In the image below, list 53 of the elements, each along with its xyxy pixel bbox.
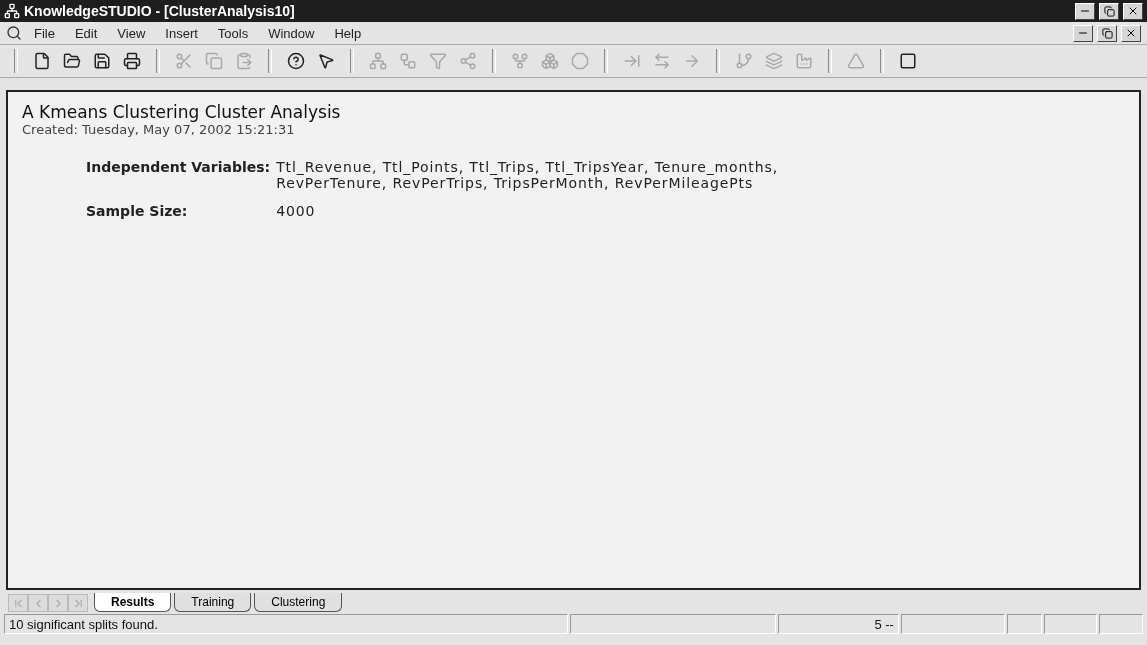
sheet-tab[interactable]: Results	[94, 593, 172, 612]
arrows-icon	[653, 52, 671, 70]
printer-icon	[123, 52, 141, 70]
network-icon	[369, 52, 387, 70]
status-message: 10 significant splits found.	[4, 614, 569, 634]
menu-item[interactable]: Tools	[209, 23, 257, 43]
sheet-tab[interactable]: Training	[174, 593, 252, 612]
field-value: 4000	[276, 203, 317, 219]
copy-icon	[205, 52, 223, 70]
status-text: 5 --	[778, 614, 899, 634]
menu-item[interactable]: Insert	[157, 23, 206, 43]
sheet-tab[interactable]: Clustering	[254, 593, 343, 612]
boxes-icon	[541, 52, 559, 70]
close-button[interactable]	[1121, 24, 1141, 42]
field-label: Independent Variables:	[86, 159, 271, 177]
minimize-button[interactable]	[1075, 2, 1095, 20]
layers-icon	[765, 52, 783, 70]
share-icon	[459, 52, 477, 70]
created-date: Created: Tuesday, May 07, 2002 15:21:31	[22, 122, 296, 137]
arrow-in-icon	[623, 52, 641, 70]
open-folder-icon	[63, 52, 81, 70]
save-icon	[93, 52, 111, 70]
new-file-icon	[33, 52, 51, 70]
triangle-icon	[847, 52, 865, 70]
close-icon	[1127, 5, 1139, 17]
app-icon	[4, 3, 20, 19]
close-icon	[1125, 27, 1137, 39]
menu-item[interactable]: Edit	[66, 23, 106, 43]
report-title: A Kmeans Clustering Cluster Analysis	[22, 102, 342, 122]
square-icon	[899, 52, 917, 70]
restore-icon	[1101, 27, 1113, 39]
window-title: KnowledgeSTUDIO - [ClusterAnalysis10]	[24, 3, 296, 19]
paste-icon	[235, 52, 253, 70]
minimize-button[interactable]	[1073, 24, 1093, 42]
status-pane	[1098, 614, 1143, 634]
field-value: Ttl_Revenue, Ttl_Points, Ttl_Trips, Ttl_TripsYear, Tenure_months, RevPerTenure, RevPerTrips, TripsPerMonth, RevPerMileagePts	[276, 159, 780, 191]
branch-icon	[735, 52, 753, 70]
restore-button[interactable]	[1097, 24, 1117, 42]
restore-button[interactable]	[1099, 2, 1119, 20]
factory-icon	[795, 52, 813, 70]
scissors-icon	[175, 52, 193, 70]
close-button[interactable]	[1123, 2, 1143, 20]
menu-item[interactable]: Help	[326, 23, 370, 43]
field-label: Sample Size:	[86, 203, 189, 219]
octagon-icon	[571, 52, 589, 70]
menu-item[interactable]: View	[109, 23, 154, 43]
menu-item[interactable]: Window	[260, 23, 323, 43]
fork-icon	[511, 52, 529, 70]
restore-icon	[1103, 5, 1115, 17]
help-icon	[287, 52, 305, 70]
workflow-icon	[399, 52, 417, 70]
arrow-right-icon	[683, 52, 701, 70]
menu-item[interactable]: File	[26, 23, 63, 43]
